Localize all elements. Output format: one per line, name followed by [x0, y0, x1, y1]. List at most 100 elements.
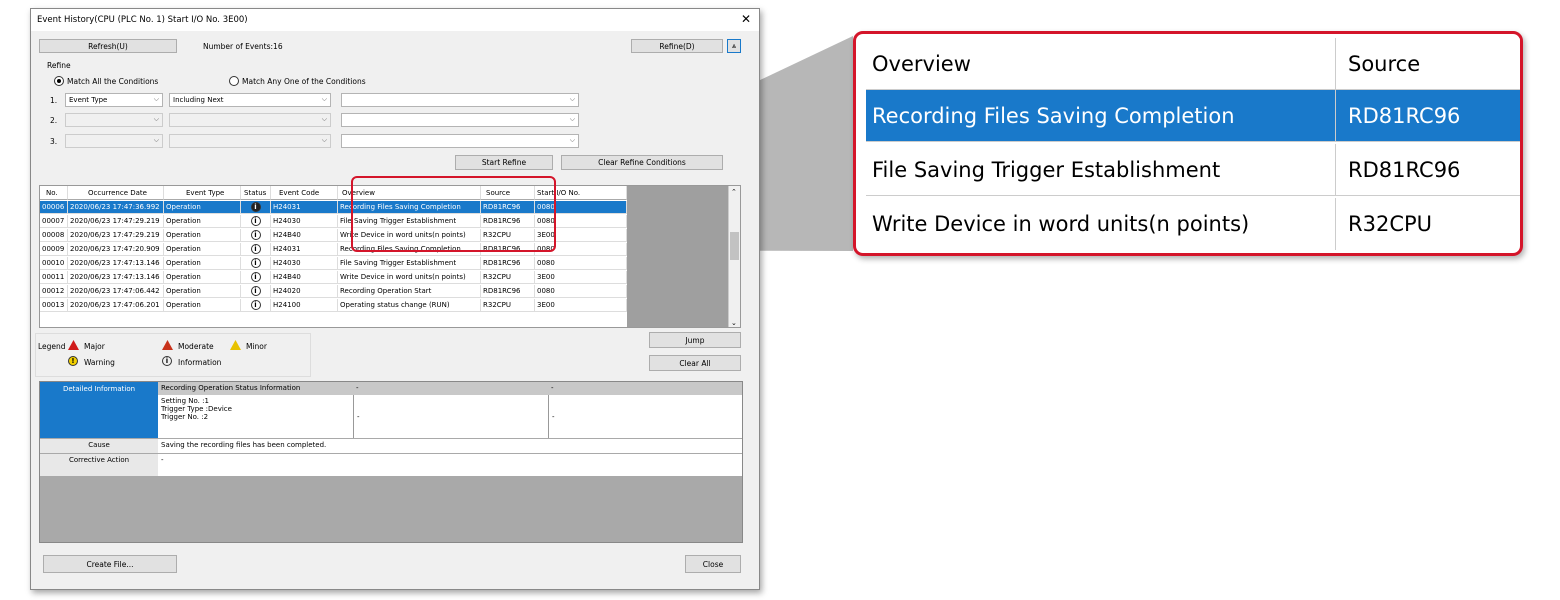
table-cell-no[interactable]: 00010	[40, 257, 68, 270]
information-icon: i	[250, 258, 261, 268]
table-cell-code[interactable]: H24B40	[271, 229, 338, 242]
detail-header-2: -	[353, 382, 548, 395]
detail-header-1: Recording Operation Status Information	[158, 382, 353, 395]
warning-icon: !	[68, 356, 78, 366]
table-cell-no[interactable]: 00013	[40, 299, 68, 312]
refine-button[interactable]: Refine(D)	[631, 39, 723, 53]
status-cell[interactable]: i	[241, 285, 271, 298]
table-scrollbar[interactable]: ⌃ ⌄	[728, 186, 740, 327]
detail-value-1: Setting No. :1 Trigger Type :Device Trig…	[158, 395, 353, 438]
table-cell-type[interactable]: Operation	[164, 201, 241, 214]
table-cell-overview[interactable]: File Saving Trigger Establishment	[338, 257, 481, 270]
match-any-radio[interactable]	[229, 76, 239, 86]
information-icon: i	[250, 300, 261, 310]
table-cell-date[interactable]: 2020/06/23 17:47:36.992	[68, 201, 164, 214]
information-icon: i	[250, 286, 261, 296]
condition-1-operator[interactable]: Including Next ⌵	[169, 93, 331, 107]
chevron-down-icon: ⌵	[321, 136, 327, 144]
table-cell-type[interactable]: Operation	[164, 271, 241, 284]
condition-2-field[interactable]: ⌵	[65, 113, 163, 127]
column-header-event-type[interactable]: Event Type	[164, 186, 241, 200]
close-icon[interactable]: ✕	[741, 12, 751, 26]
table-cell-code[interactable]: H24030	[271, 215, 338, 228]
condition-2-value[interactable]: ⌵	[341, 113, 579, 127]
collapse-icon[interactable]: ⩓	[727, 39, 741, 53]
condition-3-operator[interactable]: ⌵	[169, 134, 331, 148]
table-cell-source[interactable]: R32CPU	[481, 299, 535, 312]
chevron-down-icon: ⌵	[321, 95, 327, 103]
table-cell-date[interactable]: 2020/06/23 17:47:20.909	[68, 243, 164, 256]
status-cell[interactable]: i	[241, 229, 271, 242]
table-cell-type[interactable]: Operation	[164, 299, 241, 312]
table-cell-io[interactable]: 0080	[535, 257, 627, 270]
column-header-status[interactable]: Status	[241, 186, 271, 200]
table-cell-type[interactable]: Operation	[164, 215, 241, 228]
column-header-no[interactable]: No.	[40, 186, 68, 200]
scroll-up-icon[interactable]: ⌃	[731, 188, 737, 196]
jump-button[interactable]: Jump	[649, 332, 741, 348]
table-cell-date[interactable]: 2020/06/23 17:47:29.219	[68, 215, 164, 228]
status-cell[interactable]: i	[241, 215, 271, 228]
table-cell-no[interactable]: 00009	[40, 243, 68, 256]
table-cell-io[interactable]: 0080	[535, 285, 627, 298]
clear-refine-button[interactable]: Clear Refine Conditions	[561, 155, 723, 170]
information-icon: i	[162, 356, 172, 366]
table-cell-code[interactable]: H24020	[271, 285, 338, 298]
table-cell-code[interactable]: H24031	[271, 201, 338, 214]
table-cell-code[interactable]: H24030	[271, 257, 338, 270]
table-cell-type[interactable]: Operation	[164, 229, 241, 242]
zoom-row: File Saving Trigger Establishment RD81RC…	[866, 144, 1520, 196]
table-cell-io[interactable]: 3E00	[535, 271, 627, 284]
table-cell-overview[interactable]: Write Device in word units(n points)	[338, 271, 481, 284]
table-cell-date[interactable]: 2020/06/23 17:47:29.219	[68, 229, 164, 242]
match-all-radio[interactable]	[54, 76, 64, 86]
scroll-down-icon[interactable]: ⌄	[731, 319, 737, 327]
table-cell-code[interactable]: H24B40	[271, 271, 338, 284]
table-cell-date[interactable]: 2020/06/23 17:47:06.442	[68, 285, 164, 298]
table-cell-no[interactable]: 00011	[40, 271, 68, 284]
clear-all-button[interactable]: Clear All	[649, 355, 741, 371]
table-cell-type[interactable]: Operation	[164, 285, 241, 298]
status-cell[interactable]: i	[241, 271, 271, 284]
scroll-thumb[interactable]	[730, 232, 739, 260]
zoom-header-source: Source	[1348, 51, 1421, 76]
condition-1-value[interactable]: ⌵	[341, 93, 579, 107]
refresh-button[interactable]: Refresh(U)	[39, 39, 177, 53]
status-cell[interactable]: i	[241, 201, 271, 214]
table-cell-overview[interactable]: Recording Operation Start	[338, 285, 481, 298]
table-cell-no[interactable]: 00007	[40, 215, 68, 228]
condition-3-field[interactable]: ⌵	[65, 134, 163, 148]
table-cell-overview[interactable]: Operating status change (RUN)	[338, 299, 481, 312]
table-cell-type[interactable]: Operation	[164, 243, 241, 256]
table-cell-source[interactable]: R32CPU	[481, 271, 535, 284]
column-header-event-code[interactable]: Event Code	[271, 186, 338, 200]
table-cell-code[interactable]: H24100	[271, 299, 338, 312]
status-cell[interactable]: i	[241, 257, 271, 270]
condition-2-operator[interactable]: ⌵	[169, 113, 331, 127]
table-cell-source[interactable]: RD81RC96	[481, 285, 535, 298]
status-cell[interactable]: i	[241, 299, 271, 312]
table-cell-source[interactable]: RD81RC96	[481, 257, 535, 270]
table-cell-code[interactable]: H24031	[271, 243, 338, 256]
create-file-button[interactable]: Create File...	[43, 555, 177, 573]
chevron-down-icon: ⌵	[569, 136, 575, 144]
start-refine-button[interactable]: Start Refine	[455, 155, 553, 170]
status-cell[interactable]: i	[241, 243, 271, 256]
table-cell-no[interactable]: 00008	[40, 229, 68, 242]
column-header-date[interactable]: Occurrence Date	[68, 186, 164, 200]
major-icon	[68, 340, 79, 350]
table-cell-no[interactable]: 00006	[40, 201, 68, 214]
table-cell-date[interactable]: 2020/06/23 17:47:13.146	[68, 257, 164, 270]
table-cell-date[interactable]: 2020/06/23 17:47:13.146	[68, 271, 164, 284]
table-cell-date[interactable]: 2020/06/23 17:47:06.201	[68, 299, 164, 312]
zoom-row: Write Device in word units(n points) R32…	[866, 198, 1520, 250]
close-button[interactable]: Close	[685, 555, 741, 573]
zoom-overview: File Saving Trigger Establishment	[866, 144, 1336, 195]
moderate-icon	[162, 340, 173, 350]
table-cell-type[interactable]: Operation	[164, 257, 241, 270]
table-cell-io[interactable]: 3E00	[535, 299, 627, 312]
table-cell-no[interactable]: 00012	[40, 285, 68, 298]
condition-1-field[interactable]: Event Type ⌵	[65, 93, 163, 107]
detail-value-2: -	[353, 395, 548, 438]
condition-3-value[interactable]: ⌵	[341, 134, 579, 148]
